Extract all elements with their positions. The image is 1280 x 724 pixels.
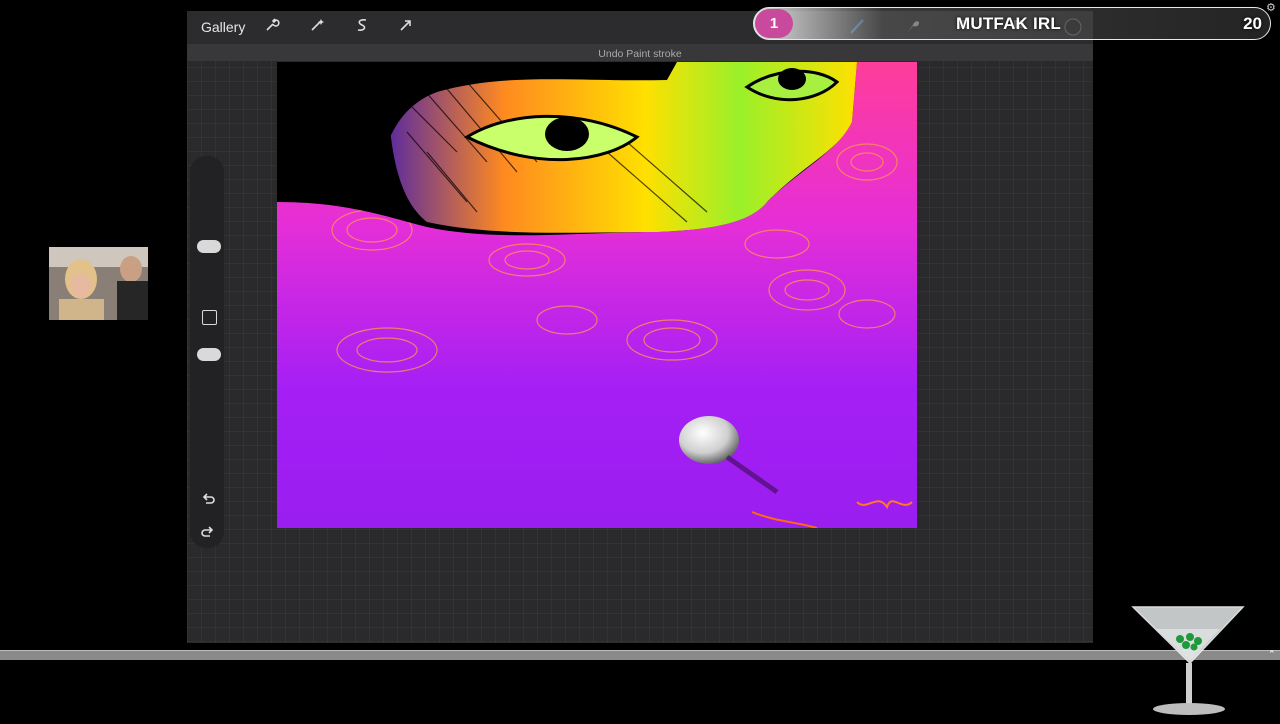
channel-name: MUTFAK IRL	[956, 14, 1061, 33]
transform-arrow-icon[interactable]	[396, 17, 416, 37]
brush-size-slider[interactable]	[197, 240, 221, 253]
magic-wand-icon[interactable]	[307, 17, 327, 37]
selection-s-icon[interactable]	[352, 17, 372, 37]
redo-icon[interactable]	[196, 523, 220, 543]
viewer-count: 20	[1243, 14, 1262, 33]
undo-status-text: Undo Paint stroke	[598, 48, 682, 60]
undo-icon[interactable]	[196, 490, 220, 510]
drawing-canvas[interactable]	[277, 62, 917, 528]
webcam-feed	[49, 247, 148, 320]
chevron-up-icon[interactable]: ⌃	[1268, 650, 1276, 659]
opacity-slider[interactable]	[197, 348, 221, 361]
artwork-painting	[277, 62, 917, 528]
bottom-progress-bar	[0, 650, 1280, 660]
status-bar: Undo Paint stroke	[187, 44, 1093, 61]
gear-icon[interactable]: ⚙	[1266, 1, 1276, 14]
rank-badge: 1	[755, 9, 793, 38]
left-sidebar	[190, 156, 224, 548]
modify-button[interactable]	[202, 310, 217, 325]
martini-glass-icon	[1128, 603, 1248, 719]
stream-overlay-bar: 1 MUTFAK IRL 20	[753, 7, 1271, 40]
wrench-icon[interactable]	[262, 17, 282, 37]
gallery-button[interactable]: Gallery	[201, 19, 245, 35]
